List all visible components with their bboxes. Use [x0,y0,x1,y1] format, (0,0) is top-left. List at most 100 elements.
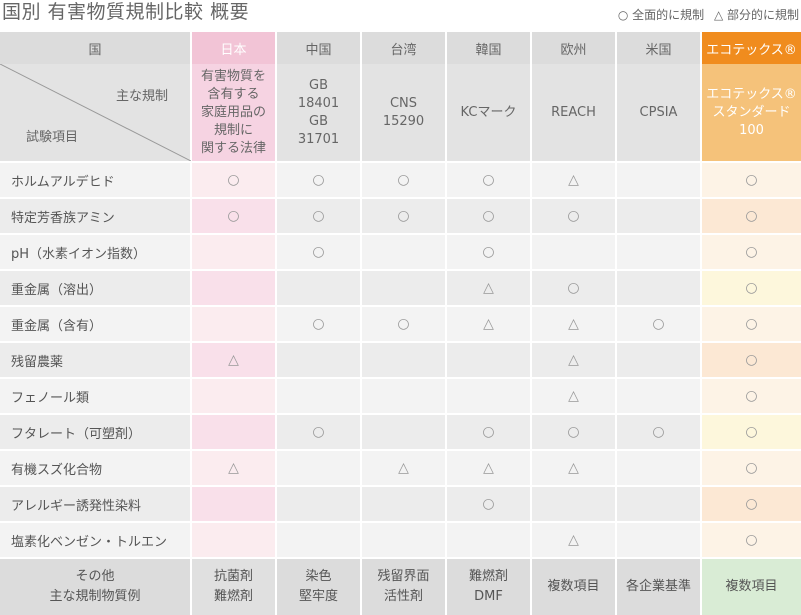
diagonal-header-cell: 主な規制 試験項目 [0,64,192,163]
table-row: フェノール類 △ ○ [0,378,801,415]
cell-china [276,342,362,379]
footer-value-line: DMF [474,589,503,604]
regulation-korea: KCマーク [446,64,532,163]
cell-japan [191,306,277,343]
cell-japan: △ [191,342,277,379]
cell-japan [191,486,277,523]
cell-oekotex: ○ [701,486,801,523]
test-item: 特定芳香族アミン [0,198,192,235]
other-taiwan: 残留界面 活性剤 [361,558,447,615]
other-china: 染色 堅牢度 [276,558,362,615]
footer-value-line: 難燃剤 [468,569,508,584]
cell-europe: ○ [531,198,617,235]
regulation-oekotex: エコテックス® スタンダード 100 [701,64,801,163]
regulation-line: 家庭用品の [200,104,266,120]
cell-oekotex: ○ [701,198,801,235]
footer-value-line: 活性剤 [383,589,423,604]
regulation-line: 有害物質を [200,68,266,84]
cell-oekotex: ○ [701,306,801,343]
cell-taiwan [361,378,447,415]
cell-usa [616,234,702,271]
regulation-mark: ○ [482,244,495,260]
cell-korea: △ [446,306,532,343]
cell-taiwan: ○ [361,162,447,199]
regulation-mark: ○ [745,208,758,224]
footer-value-line: 残留界面 [377,569,430,584]
regulation-mark: ○ [745,316,758,332]
cell-taiwan: ○ [361,198,447,235]
regulation-mark: ○ [312,244,325,260]
regulation-line: 15290 [382,113,425,129]
regulation-line: GB [309,77,328,93]
cell-china [276,270,362,307]
cell-taiwan [361,234,447,271]
cell-europe: △ [531,450,617,487]
cell-usa: ○ [616,414,702,451]
cell-usa [616,450,702,487]
footer-value-line: 複数項目 [725,579,778,594]
cell-europe: △ [531,522,617,559]
cell-taiwan [361,270,447,307]
regulation-mark: △ [398,460,409,476]
cell-europe [531,486,617,523]
cell-europe: ○ [531,414,617,451]
regulation-line: GB [309,113,328,129]
cell-usa [616,162,702,199]
cell-korea: △ [446,450,532,487]
cell-korea: ○ [446,162,532,199]
cell-china: ○ [276,414,362,451]
regulation-line: 31701 [297,131,340,147]
cell-japan [191,414,277,451]
cell-usa [616,486,702,523]
table-row: 重金属（含有） ○ ○ △ △ ○ ○ [0,306,801,343]
regulation-mark: ○ [227,208,240,224]
page-title: 国別 有害物質規制比較 概要 [2,1,250,23]
cell-china [276,450,362,487]
regulation-usa: CPSIA [616,64,702,163]
cell-japan [191,270,277,307]
cell-china: ○ [276,198,362,235]
test-item: 有機スズ化合物 [0,450,192,487]
cell-china [276,486,362,523]
cell-europe: ○ [531,270,617,307]
cell-korea [446,522,532,559]
test-item: 残留農薬 [0,342,192,379]
regulation-mark: ○ [745,280,758,296]
other-substances-row: その他 主な規制物質例 抗菌剤 難燃剤 染色 堅牢度 残留界面 活性剤 難燃剤 DMF 複数項目 各企… [0,558,801,615]
regulation-mark: ○ [745,352,758,368]
cell-china: ○ [276,162,362,199]
regulation-row: 主な規制 試験項目 有害物質を 含有する 家庭用品の 規制に 関する法律 GB 18401 G… [0,64,801,163]
regulation-mark: △ [483,316,494,332]
regulation-mark: △ [568,460,579,476]
regulation-line: 含有する [207,86,260,102]
main-regulation-label: 主な規制 [115,89,168,104]
cell-japan: ○ [191,162,277,199]
cell-taiwan: △ [361,450,447,487]
legend-full: ○ 全面的に規制 [617,8,705,22]
table-row: アレルギー誘発性染料 ○ ○ [0,486,801,523]
regulation-line: CPSIA [639,104,678,120]
table-row: 塩素化ベンゼン・トルエン △ ○ [0,522,801,559]
test-item: 重金属（溶出） [0,270,192,307]
cell-usa [616,270,702,307]
footer-label-line: その他 [75,569,115,584]
regulation-mark: ○ [652,316,665,332]
cell-china: ○ [276,234,362,271]
cell-taiwan: ○ [361,306,447,343]
header-usa: 米国 [616,32,702,64]
header-country-label: 国 [0,32,192,64]
cell-korea: ○ [446,486,532,523]
cell-korea: ○ [446,198,532,235]
regulation-mark: △ [228,352,239,368]
regulation-mark: ○ [397,208,410,224]
cell-europe: △ [531,162,617,199]
footer-value-line: 染色 [305,569,332,584]
cell-japan [191,522,277,559]
test-item: アレルギー誘発性染料 [0,486,192,523]
cell-oekotex: ○ [701,378,801,415]
regulation-mark: ○ [312,208,325,224]
regulation-mark: △ [568,388,579,404]
cell-oekotex: ○ [701,450,801,487]
regulation-mark: ○ [745,388,758,404]
regulation-mark: △ [568,532,579,548]
